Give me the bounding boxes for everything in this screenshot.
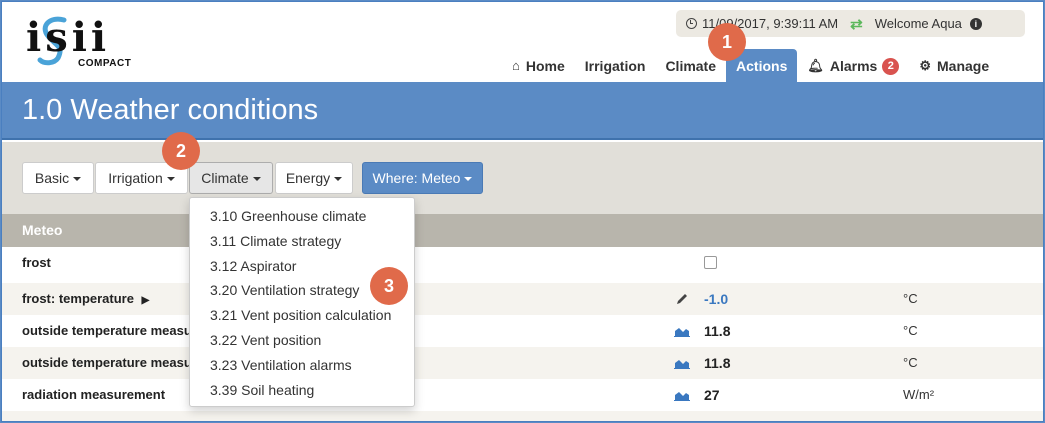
page-title-bar: 1.0 Weather conditions [2, 82, 1043, 140]
caret-down-icon [252, 177, 261, 182]
nav-actions-label: Actions [736, 58, 788, 74]
nav-manage[interactable]: ⚙ Manage [909, 49, 999, 83]
frost-checkbox[interactable] [704, 256, 717, 269]
nav-irrigation[interactable]: Irrigation [575, 49, 656, 83]
menu-item-vent-position-calculation[interactable]: 3.21 Vent position calculation [190, 303, 414, 328]
table-row: frost [2, 247, 1043, 279]
alarms-count-badge: 2 [882, 57, 900, 75]
energy-label: Energy [285, 170, 331, 186]
row-unit: °C [903, 323, 918, 338]
menu-item-vent-position[interactable]: 3.22 Vent position [190, 328, 414, 353]
bell-icon: 🔔︎ [807, 58, 824, 73]
menu-item-greenhouse-climate[interactable]: 3.10 Greenhouse climate [190, 204, 414, 229]
where-dropdown-button[interactable]: Where: Meteo [362, 162, 483, 194]
pencil-icon[interactable] [674, 293, 690, 305]
section-header-meteo: Meteo [2, 214, 1043, 247]
row-name[interactable]: frost: temperature ▶ [22, 283, 190, 317]
row-unit: W/m² [903, 387, 935, 402]
row-value: 11.8 [704, 355, 731, 371]
where-label: Where: Meteo [372, 170, 461, 186]
energy-dropdown-button[interactable]: Energy [275, 162, 353, 194]
menu-item-ventilation-alarms[interactable]: 3.23 Ventilation alarms [190, 353, 414, 378]
nav-alarms-label: Alarms [829, 58, 878, 74]
home-icon: ⌂ [512, 58, 520, 73]
row-unit: °C [903, 291, 918, 306]
row-name: frost [22, 255, 51, 270]
filter-toolbar: Basic Irrigation Climate Energy Where: M… [2, 142, 1043, 214]
caret-right-icon: ▶ [141, 295, 150, 306]
app-window: isii COMPACT 11/09/2017, 9:39:11 AM ⇄ We… [1, 1, 1044, 422]
climate-dropdown-button[interactable]: Climate [189, 162, 273, 194]
logo-subtitle: COMPACT [78, 58, 132, 69]
info-icon[interactable]: i [969, 17, 982, 30]
climate-label: Climate [201, 170, 249, 186]
area-chart-icon[interactable] [674, 325, 690, 337]
row-value: 27 [704, 387, 720, 403]
table-row: outside temperature measurement 11.8 °C [2, 347, 1043, 379]
caret-down-icon [73, 177, 82, 182]
nav-irrigation-label: Irrigation [584, 58, 646, 74]
callout-3: 3 [370, 267, 408, 305]
basic-label: Basic [34, 170, 70, 186]
main-nav: ⌂ Home Irrigation Climate Actions 🔔︎ Ala… [502, 49, 999, 83]
row-name: outside temperature measurement [22, 323, 190, 338]
isii-logo[interactable]: isii COMPACT [26, 12, 146, 72]
row-name: outside temperature measurement [22, 355, 190, 370]
clock-icon [686, 18, 697, 29]
nav-home-label: Home [525, 58, 565, 74]
table-row: outside temperature measurement 11.8 °C [2, 315, 1043, 347]
caret-down-icon [166, 177, 175, 182]
row-name-text: frost: temperature [22, 291, 134, 306]
welcome-text[interactable]: Welcome Aqua [875, 16, 962, 31]
row-value: 11.8 [704, 323, 731, 339]
area-chart-icon[interactable] [674, 357, 690, 369]
nav-alarms[interactable]: 🔔︎ Alarms 2 [797, 49, 909, 83]
nav-manage-label: Manage [937, 58, 990, 74]
menu-item-climate-strategy[interactable]: 3.11 Climate strategy [190, 229, 414, 254]
area-chart-icon[interactable] [674, 389, 690, 401]
table-row [2, 411, 1043, 421]
sync-arrows-icon[interactable]: ⇄ [850, 15, 863, 33]
caret-down-icon [464, 177, 473, 182]
row-value[interactable]: -1.0 [704, 283, 728, 315]
nav-home[interactable]: ⌂ Home [502, 49, 575, 83]
gear-icon: ⚙ [919, 58, 931, 73]
nav-climate-label: Climate [665, 58, 717, 74]
irrigation-label: Irrigation [108, 170, 163, 186]
caret-down-icon [334, 177, 343, 182]
table-row: frost: temperature ▶ -1.0 °C [2, 283, 1043, 317]
callout-1: 1 [708, 23, 746, 61]
page-title: 1.0 Weather conditions [22, 94, 319, 126]
menu-item-soil-heating[interactable]: 3.39 Soil heating [190, 378, 414, 403]
row-unit: °C [903, 355, 918, 370]
callout-2: 2 [162, 132, 200, 170]
logo-wordmark: isii [26, 14, 111, 61]
table-row: radiation measurement 27 W/m² [2, 379, 1043, 411]
basic-dropdown-button[interactable]: Basic [22, 162, 94, 194]
